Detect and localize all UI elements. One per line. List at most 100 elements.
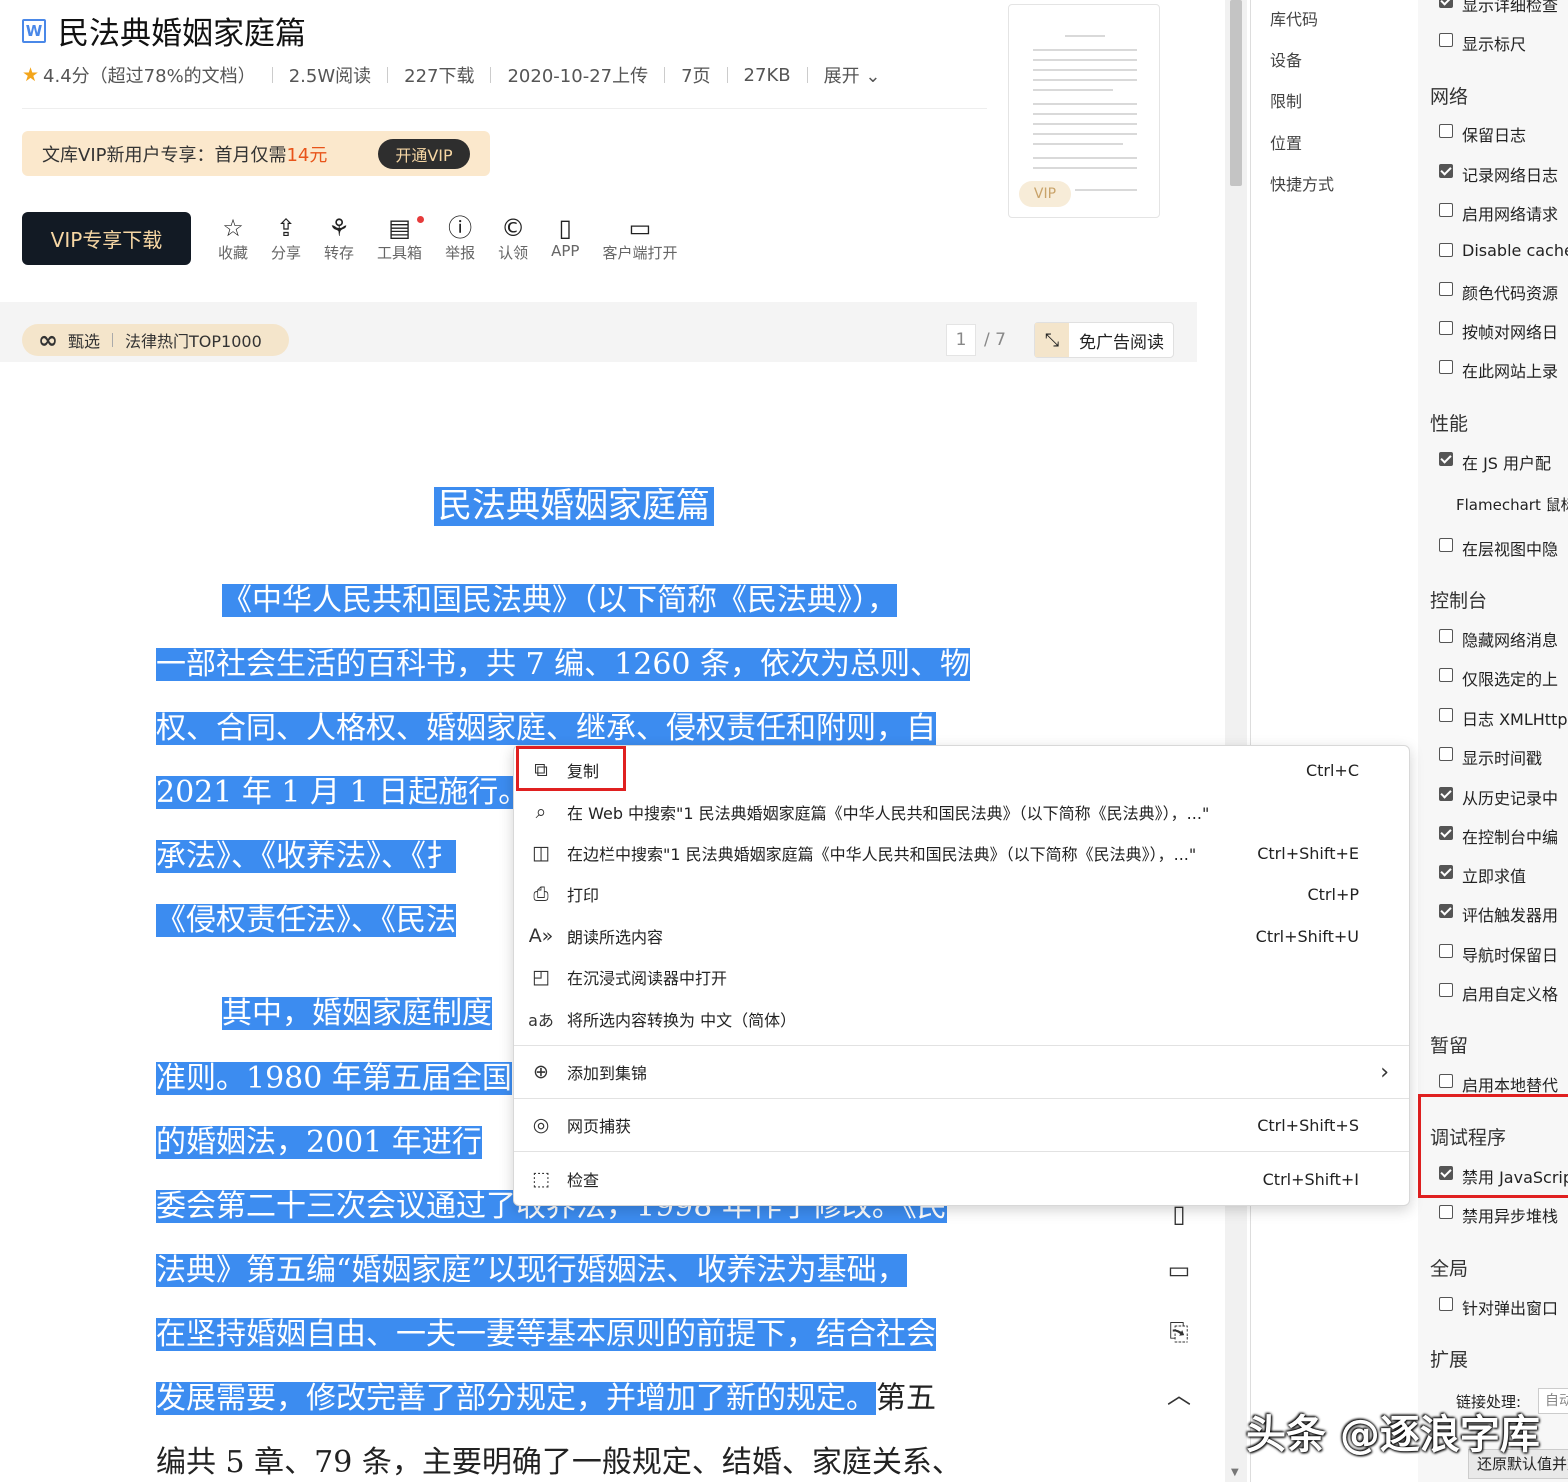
clipboard-icon[interactable]: ⎘ (1155, 1308, 1197, 1356)
option-log-xmlhttp[interactable]: 日志 XMLHttp (1439, 706, 1568, 730)
checkbox[interactable] (1439, 1205, 1453, 1219)
checkbox[interactable] (1439, 203, 1453, 217)
checkbox[interactable] (1439, 124, 1453, 138)
option-disable-cache[interactable]: Disable cache (1439, 241, 1568, 260)
option-detailed-inspect[interactable]: 显示详细检查 (1439, 0, 1558, 16)
nav-item-shortcuts[interactable]: 快捷方式 (1270, 171, 1334, 195)
checkbox[interactable] (1439, 1297, 1453, 1311)
option-disable-async-stack[interactable]: 禁用异步堆栈 (1439, 1203, 1558, 1227)
option-preserve-log[interactable]: 保留日志 (1439, 122, 1526, 146)
checkbox[interactable] (1439, 243, 1453, 257)
menu-item-sidebar-search[interactable]: ◫ 在边栏中搜索"1 民法典婚姻家庭篇《中华人民共和国民法典》（以下简称《民法典… (514, 833, 1409, 873)
option-color-code-resources[interactable]: 颜色代码资源 (1439, 280, 1558, 304)
checkbox[interactable] (1439, 0, 1453, 8)
tool-label: 转存 (324, 244, 355, 262)
open-vip-button[interactable]: 开通VIP (378, 139, 470, 169)
nav-item-locations[interactable]: 位置 (1270, 130, 1302, 154)
vip-download-button[interactable]: VIP专享下载 (22, 212, 191, 265)
text-line: 法典》第五编“婚姻家庭”以现行婚姻法、收养法为基础， (156, 1254, 907, 1287)
tool-save[interactable]: ⚘ 转存 (324, 214, 354, 263)
option-network-request-blocking[interactable]: 启用网络请求 (1439, 201, 1558, 225)
menu-item-translate[interactable]: aあ 将所选内容转换为 中文（简体） (514, 999, 1409, 1039)
option-custom-formatters[interactable]: 启用自定义格 (1439, 981, 1558, 1005)
checkbox[interactable] (1439, 708, 1453, 722)
menu-item-web-search[interactable]: ⌕ 在 Web 中搜索"1 民法典婚姻家庭篇《中华人民共和国民法典》（以下简称《… (514, 792, 1409, 832)
tool-open-client[interactable]: ▭ 客户端打开 (602, 214, 677, 263)
featured-tag[interactable]: ∞ 甄选 法律热门TOP1000 (22, 324, 289, 356)
option-autocomplete-history[interactable]: 从历史记录中 (1439, 785, 1558, 809)
immersive-reader-icon: ◰ (532, 966, 550, 988)
selected-text: 《中华人民共和国民法典》（以下简称《民法典》）， (222, 584, 897, 617)
checkbox[interactable] (1439, 668, 1453, 682)
context-menu: ⧉ 复制 Ctrl+C ⌕ 在 Web 中搜索"1 民法典婚姻家庭篇《中华人民共… (513, 745, 1410, 1206)
checkbox[interactable] (1439, 282, 1453, 296)
scrollbar-thumb[interactable] (1230, 0, 1242, 186)
option-show-timestamps[interactable]: 显示时间戳 (1439, 745, 1542, 769)
option-selected-context-only[interactable]: 仅限选定的上 (1439, 666, 1558, 690)
checkbox[interactable] (1439, 944, 1453, 958)
option-hide-network-messages[interactable]: 隐藏网络消息 (1439, 627, 1558, 651)
option-js-profile[interactable]: 在 JS 用户配 (1439, 450, 1551, 474)
menu-item-web-capture[interactable]: ◎ 网页捕获 Ctrl+Shift+S (514, 1105, 1409, 1145)
checkbox[interactable] (1439, 747, 1453, 761)
checkbox[interactable] (1439, 983, 1453, 997)
notification-dot (417, 216, 425, 223)
tool-toolbox[interactable]: ▤ 工具箱 (377, 214, 425, 263)
scroll-down-arrow-icon[interactable]: ▼ (1231, 1467, 1239, 1478)
tool-share[interactable]: ⇪ 分享 (271, 214, 301, 263)
checkbox[interactable] (1439, 164, 1453, 178)
menu-item-read-aloud[interactable]: A» 朗读所选内容 Ctrl+Shift+U (514, 916, 1409, 956)
nav-item-throttling[interactable]: 限制 (1270, 88, 1302, 112)
menu-item-add-to-collections[interactable]: ⊕ 添加到集锦 › (514, 1052, 1409, 1092)
collections-icon: ⊕ (533, 1061, 549, 1083)
option-console-edit[interactable]: 在控制台中编 (1439, 824, 1558, 848)
menu-item-print[interactable]: ⎙ 打印 Ctrl+P (514, 874, 1409, 914)
option-record-network-log[interactable]: 记录网络日志 (1439, 162, 1558, 186)
checkbox[interactable] (1439, 1074, 1453, 1088)
checkbox[interactable] (1439, 321, 1453, 335)
tool-favorite[interactable]: ☆ 收藏 (218, 214, 248, 263)
checkbox[interactable] (1439, 787, 1453, 801)
vip-promo-banner[interactable]: 文库VIP新用户专享：首月仅需 14元 开通VIP (22, 131, 490, 176)
option-eager-evaluation[interactable]: 立即求值 (1439, 863, 1526, 887)
expand-button[interactable]: 展开 ⌄ (824, 62, 881, 88)
comment-icon[interactable]: ▭ (1155, 1246, 1197, 1294)
option-preserve-log-navigation[interactable]: 导航时保留日 (1439, 942, 1558, 966)
option-evaluate-triggers[interactable]: 评估触发器用 (1439, 902, 1558, 926)
link-handling-select[interactable]: 自动 (1538, 1388, 1568, 1414)
save-to-icon: ⚘ (328, 214, 350, 242)
download-count: 227下载 (404, 66, 475, 87)
tool-report[interactable]: ⓘ 举报 (445, 214, 475, 263)
page-scrollbar[interactable]: ▼ (1225, 0, 1247, 1482)
menu-item-immersive-reader[interactable]: ◰ 在沉浸式阅读器中打开 (514, 957, 1409, 997)
checkbox[interactable] (1439, 865, 1453, 879)
tool-claim[interactable]: © 认领 (498, 214, 528, 263)
checkbox[interactable] (1439, 629, 1453, 643)
checkbox[interactable] (1439, 33, 1453, 47)
option-label: Disable cache (1462, 241, 1568, 260)
option-group-by-frame[interactable]: 按帧对网络日 (1439, 319, 1558, 343)
option-local-overrides[interactable]: 启用本地替代 (1439, 1072, 1558, 1096)
divider (490, 67, 492, 83)
checkbox[interactable] (1439, 452, 1453, 466)
menu-item-copy[interactable]: ⧉ 复制 Ctrl+C (514, 750, 1409, 790)
nav-item-devices[interactable]: 设备 (1270, 47, 1302, 71)
thumb-line (1033, 49, 1137, 51)
checkbox[interactable] (1439, 826, 1453, 840)
tool-app[interactable]: ▯ APP (551, 214, 579, 263)
checkbox[interactable] (1439, 360, 1453, 374)
checkbox[interactable] (1439, 904, 1453, 918)
page-input[interactable]: 1 (946, 324, 976, 356)
back-to-top-icon[interactable]: ︿ (1155, 1368, 1197, 1416)
menu-item-inspect[interactable]: ⬚ 检查 Ctrl+Shift+I (514, 1159, 1409, 1199)
title-row: W 民法典婚姻家庭篇 (22, 8, 306, 53)
option-popup-autoopen[interactable]: 针对弹出窗口 (1439, 1295, 1558, 1319)
checkbox[interactable] (1439, 538, 1453, 552)
nav-item-library-code[interactable]: 库代码 (1270, 6, 1318, 30)
document-thumbnail[interactable]: VIP (1008, 4, 1160, 218)
option-show-ruler[interactable]: 显示标尺 (1439, 31, 1526, 55)
option-layer-view[interactable]: 在层视图中隐 (1439, 536, 1558, 560)
option-record-on-site[interactable]: 在此网站上录 (1439, 358, 1558, 382)
ad-free-read-button[interactable]: ⤡ 免广告阅读 (1034, 322, 1174, 358)
option-flamechart-mouse[interactable]: Flamechart 鼠标 (1456, 494, 1568, 515)
